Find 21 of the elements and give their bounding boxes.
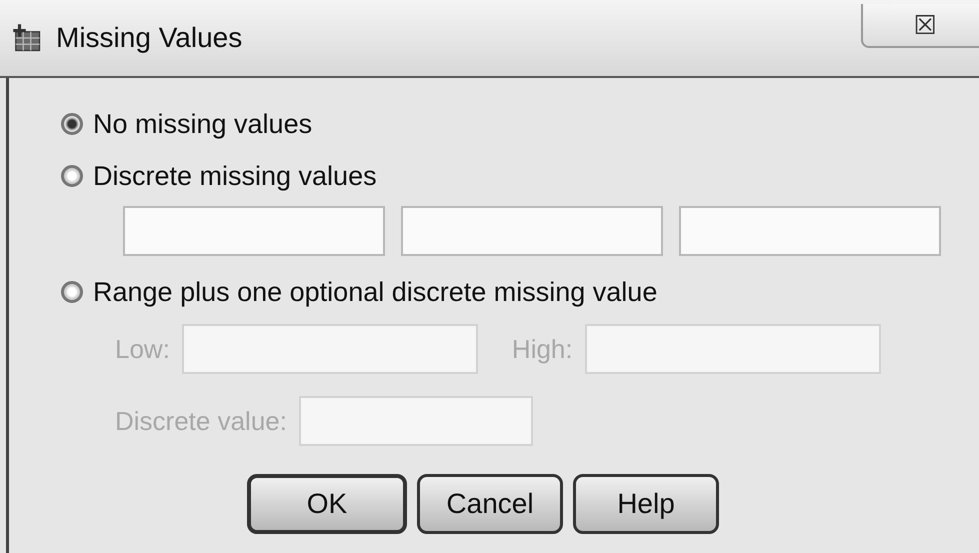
input-field[interactable] — [679, 206, 941, 256]
dialog-button[interactable]: Help — [573, 474, 719, 534]
close-button[interactable]: ☒ — [861, 4, 979, 48]
dialog-button[interactable]: OK — [247, 474, 407, 534]
radio-button[interactable] — [61, 113, 83, 135]
input-field[interactable] — [401, 206, 663, 256]
option-label: No missing values — [93, 108, 312, 140]
radio-button[interactable] — [61, 165, 83, 187]
radio-option[interactable]: Discrete missing values — [61, 150, 979, 202]
field-label: High: — [512, 334, 573, 364]
dialog-button[interactable]: Cancel — [417, 474, 563, 534]
field-label: Low: — [115, 334, 170, 364]
option-label: Range plus one optional discrete missing value — [93, 276, 658, 308]
table-icon — [12, 23, 42, 53]
input-field[interactable] — [123, 206, 385, 256]
option-label: Discrete missing values — [93, 160, 377, 192]
radio-option[interactable]: No missing values — [61, 98, 979, 150]
window-title: Missing Values — [56, 22, 242, 54]
field-label: Discrete value: — [115, 406, 287, 436]
radio-option[interactable]: Range plus one optional discrete missing value — [61, 266, 979, 318]
radio-button[interactable] — [61, 281, 83, 303]
